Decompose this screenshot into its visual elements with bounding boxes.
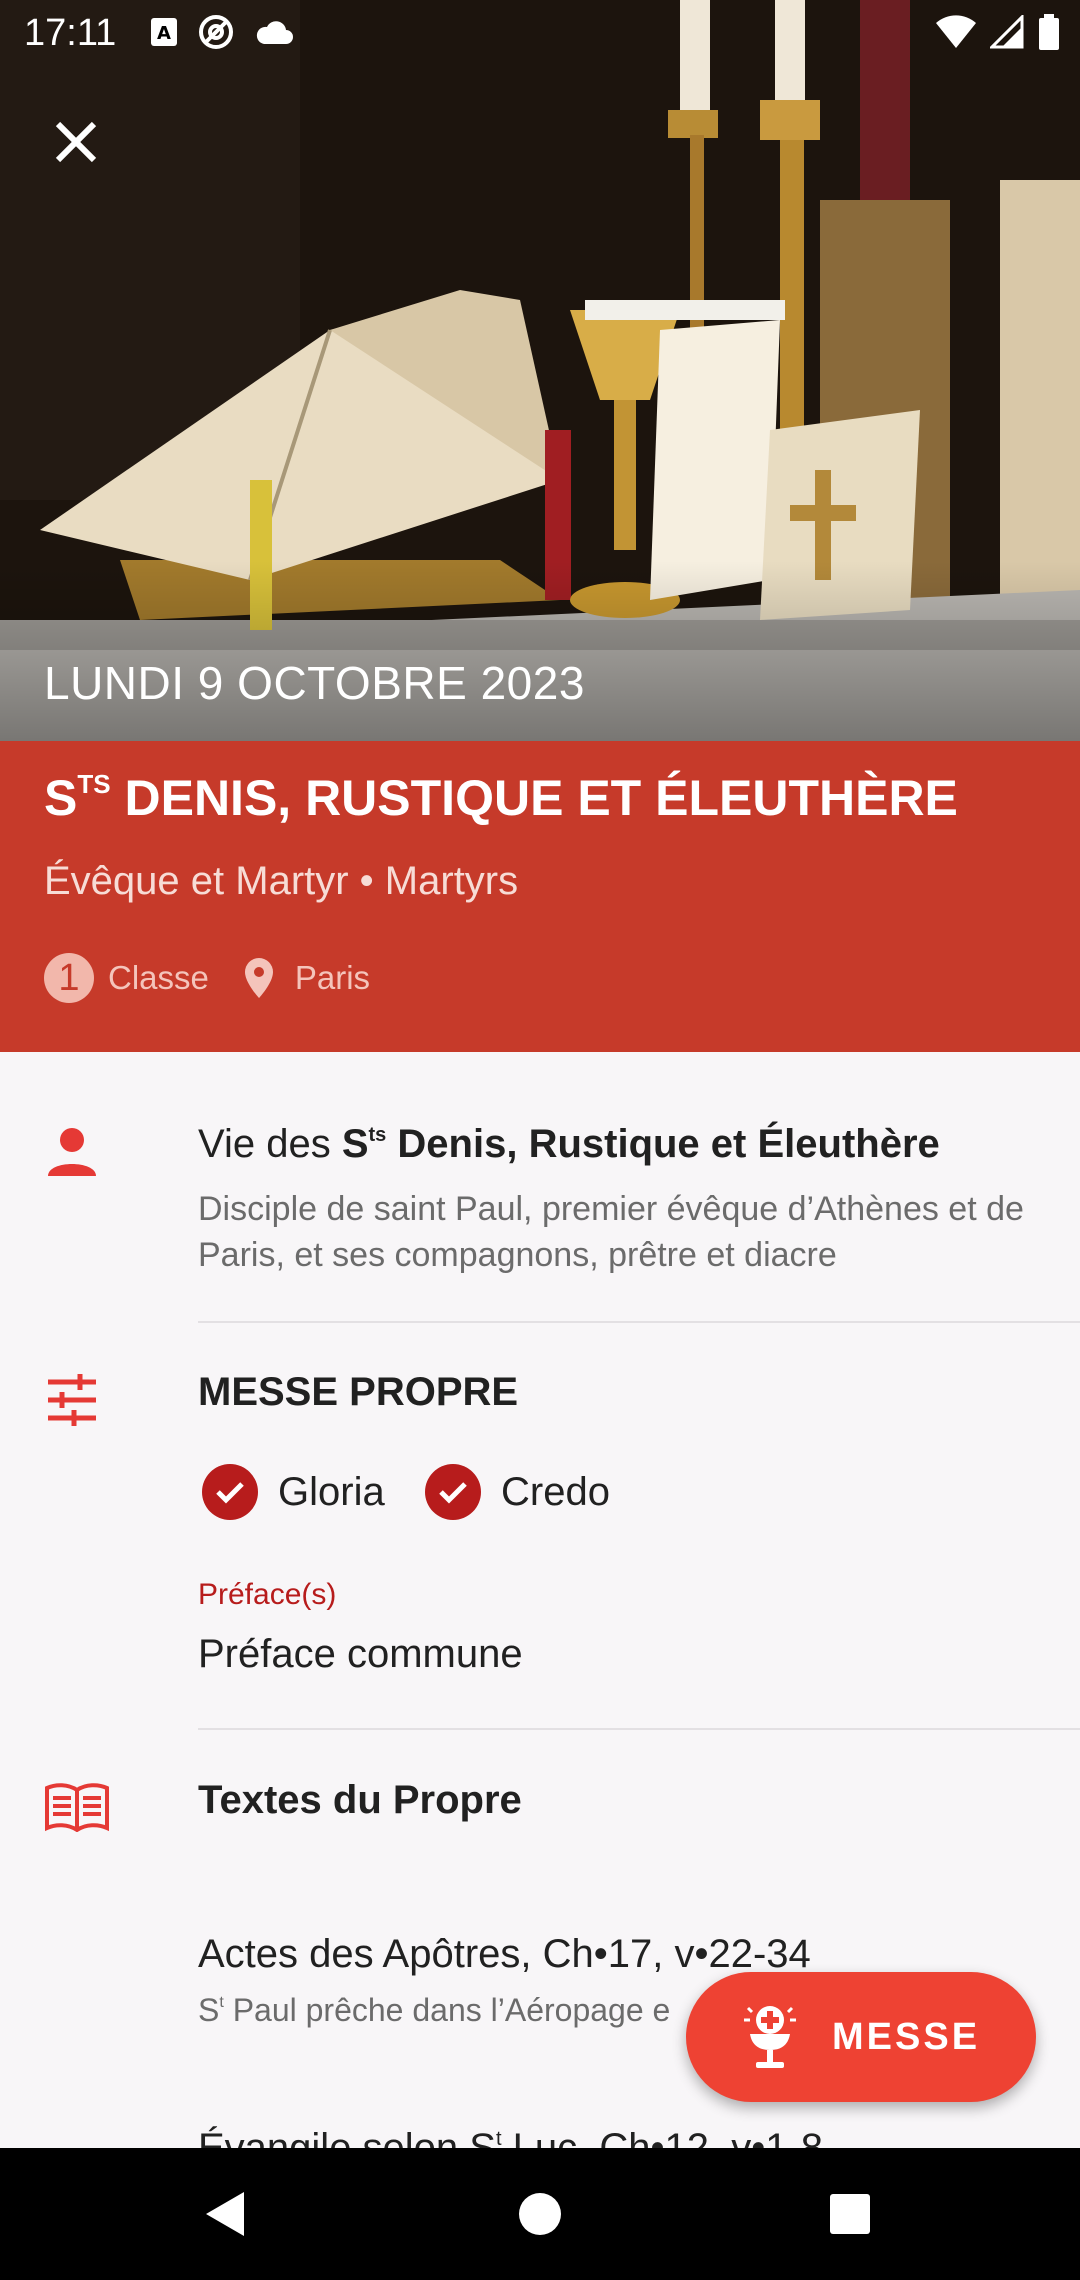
at-sign-icon	[199, 15, 233, 49]
credo-check: Credo	[425, 1464, 610, 1520]
home-icon[interactable]	[508, 2182, 572, 2246]
chalice-host-icon	[744, 2006, 796, 2068]
signal-icon	[990, 15, 1024, 49]
gloria-check: Gloria	[202, 1464, 385, 1520]
class-number-badge: 1	[44, 953, 94, 1003]
status-bar: 17:11 A	[0, 0, 1080, 64]
feast-subtitle: Évêque et Martyr • Martyrs	[44, 859, 519, 903]
recents-icon[interactable]	[818, 2182, 882, 2246]
checkmark-icon	[439, 1482, 467, 1504]
feast-title: STS DENIS, RUSTIQUE ET ÉLEUTHÈRE	[44, 769, 958, 826]
feast-meta: 1 Classe Paris	[44, 953, 370, 1003]
hero-image: LUNDI 9 OCTOBRE 2023	[0, 0, 1080, 741]
back-icon[interactable]	[194, 2182, 258, 2246]
open-book-icon	[45, 1783, 109, 1832]
class-label: Classe	[108, 959, 209, 996]
preface-label: Préface(s)	[198, 1578, 337, 1611]
messe-fab-label: MESSE	[832, 2015, 981, 2058]
divider	[198, 1321, 1080, 1323]
vie-description: Disciple de saint Paul, premier évêque d…	[198, 1190, 1024, 1274]
svg-text:A: A	[157, 23, 171, 44]
tune-icon	[48, 1374, 96, 1426]
checkmark-icon	[216, 1482, 244, 1504]
preface-value: Préface commune	[198, 1632, 523, 1676]
vie-title: Vie des Sts Denis, Rustique et Éleuthère	[198, 1122, 940, 1166]
battery-icon	[1039, 14, 1059, 50]
status-time: 17:11	[24, 12, 117, 54]
system-nav-bar	[0, 2148, 1080, 2280]
feast-header: STS DENIS, RUSTIQUE ET ÉLEUTHÈRE Évêque …	[0, 741, 1080, 1052]
keyboard-a-icon: A	[151, 18, 177, 46]
hero-date: LUNDI 9 OCTOBRE 2023	[44, 657, 585, 709]
cloud-icon	[256, 21, 293, 44]
person-icon	[48, 1128, 96, 1176]
wifi-icon	[936, 15, 976, 48]
close-icon	[55, 121, 97, 163]
reading-title: Actes des Apôtres, Ch•17, v•22-34	[198, 1932, 811, 1976]
divider	[198, 1728, 1080, 1730]
location-label: Paris	[294, 959, 371, 996]
messe-fab-button[interactable]: MESSE	[686, 1972, 1036, 2102]
messe-heading: MESSE PROPRE	[198, 1370, 519, 1414]
reading-title: Évangile selon St Luc, Ch•12, v•1-8	[198, 2126, 824, 2148]
credo-label: Credo	[501, 1469, 610, 1514]
location-pin-icon	[244, 958, 273, 998]
gloria-label: Gloria	[278, 1469, 385, 1514]
textes-heading: Textes du Propre	[198, 1778, 522, 1822]
close-button[interactable]	[40, 106, 112, 178]
